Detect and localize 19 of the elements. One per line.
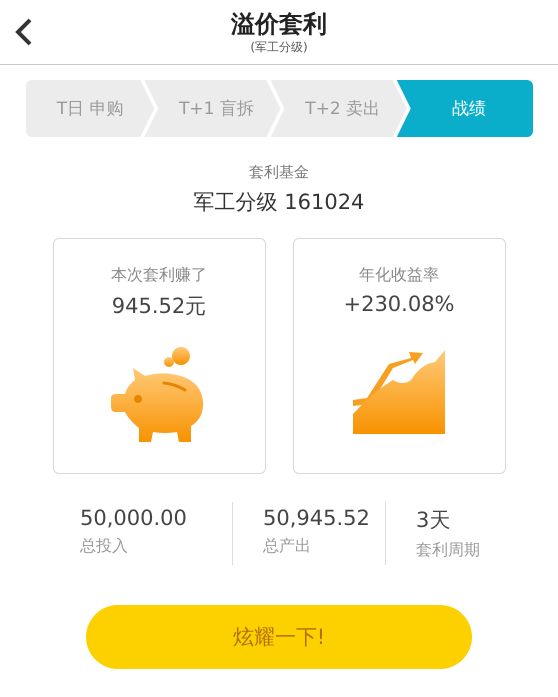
page-subtitle: (军工分级) [250, 38, 308, 56]
card-value: +230.08% [343, 292, 455, 316]
stat-value: 3天 [416, 507, 450, 534]
stat-label: 总投入 [80, 536, 128, 557]
page-title: 溢价套利 [231, 8, 327, 38]
step-tab[interactable]: T+2 卖出 [270, 80, 407, 137]
card-value: 945.52元 [112, 293, 206, 320]
stat-value: 50,000.00 [80, 506, 187, 530]
card-label: 本次套利赚了 [111, 265, 207, 286]
share-button[interactable]: 炫耀一下! [86, 605, 472, 669]
fund-label: 套利基金 [249, 163, 309, 182]
step-tab[interactable]: 战绩 [396, 80, 533, 137]
stat-label: 套利周期 [416, 540, 480, 561]
card-label: 年化收益率 [359, 265, 439, 286]
fund-name: 军工分级 161024 [194, 189, 364, 216]
step-tab[interactable]: T+1 盲拆 [144, 80, 280, 137]
step-tab[interactable]: T日 申购 [26, 80, 154, 137]
stat-value: 50,945.52 [263, 506, 370, 530]
stat-label: 总产出 [263, 536, 311, 557]
